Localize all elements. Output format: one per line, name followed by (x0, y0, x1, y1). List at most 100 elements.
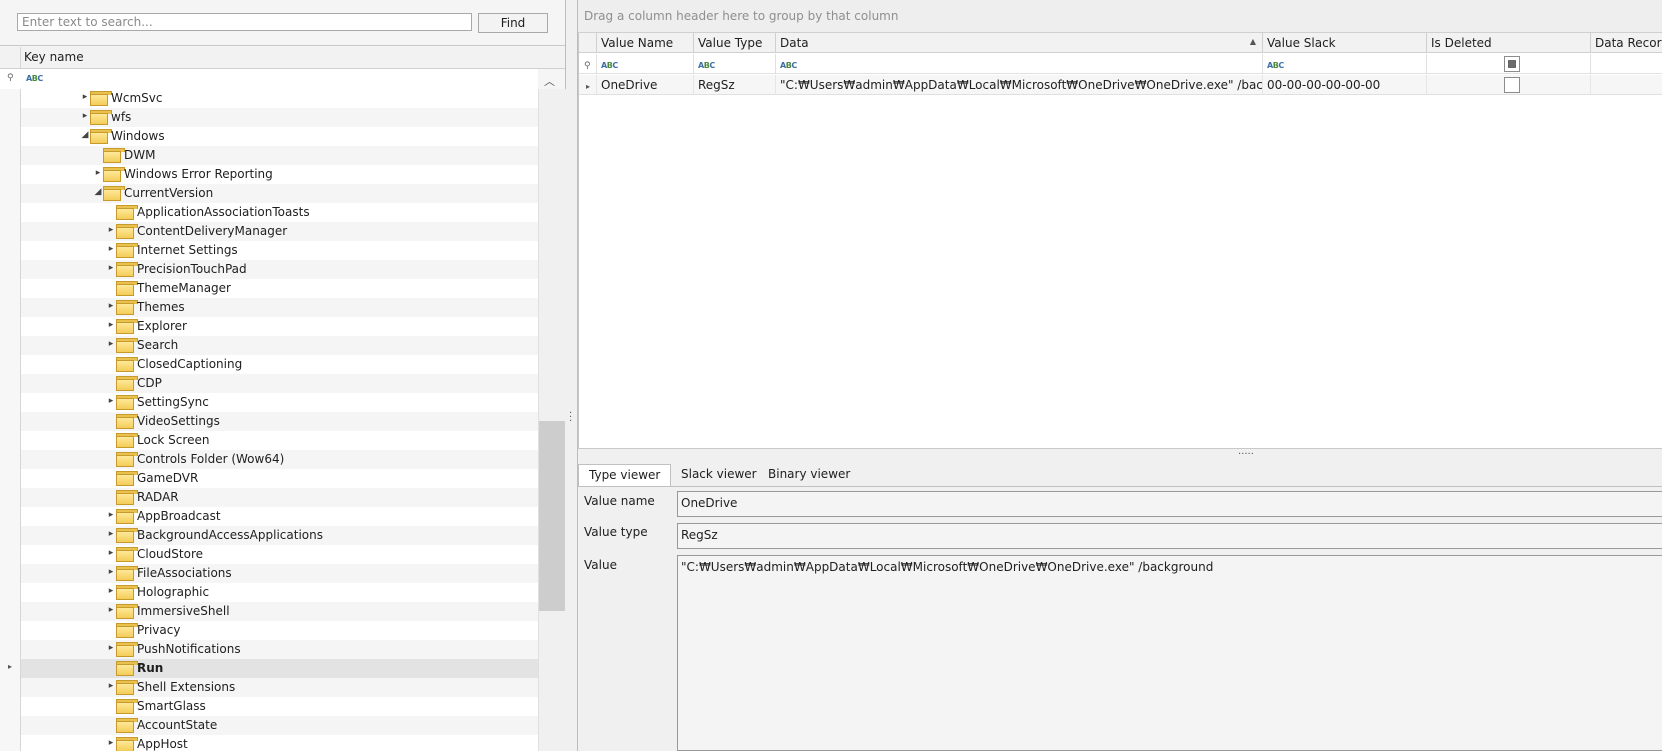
tree-node[interactable]: ▸ Explorer (0, 317, 538, 337)
collapsed-arrow-icon[interactable]: ▸ (106, 643, 116, 653)
row-indicator[interactable] (0, 526, 21, 545)
collapsed-arrow-icon[interactable]: ▸ (106, 396, 116, 406)
column-header-value-name[interactable]: Value Name (597, 33, 694, 53)
row-indicator[interactable] (0, 127, 21, 146)
filter-cell-value-slack[interactable]: ABC (1263, 54, 1427, 74)
cell-is-deleted[interactable] (1427, 75, 1591, 95)
collapsed-arrow-icon[interactable]: ▸ (106, 738, 116, 748)
value-name-field[interactable]: OneDrive (677, 491, 1662, 517)
value-type-field[interactable]: RegSz (677, 523, 1662, 549)
row-indicator[interactable] (0, 260, 21, 279)
collapsed-arrow-icon[interactable]: ▸ (106, 605, 116, 615)
collapsed-arrow-icon[interactable]: ▸ (106, 510, 116, 520)
tree-node[interactable]: AccountState (0, 716, 538, 736)
key-name-header[interactable]: Key name (24, 50, 84, 64)
column-header-data[interactable]: Data ▲ (776, 33, 1263, 53)
row-indicator[interactable] (0, 602, 21, 621)
tree-node[interactable]: Controls Folder (Wow64) (0, 450, 538, 470)
cell-value-type[interactable]: RegSz (694, 75, 776, 95)
column-header-data-record[interactable]: Data Record (1591, 33, 1662, 53)
row-indicator[interactable] (0, 108, 21, 127)
tree-node[interactable]: ◢ CurrentVersion (0, 184, 538, 204)
column-header-value-slack[interactable]: Value Slack (1263, 33, 1427, 53)
collapsed-arrow-icon[interactable]: ▸ (106, 548, 116, 558)
row-indicator[interactable] (0, 431, 21, 450)
column-header-is-deleted[interactable]: Is Deleted (1427, 33, 1591, 53)
cell-value-name[interactable]: OneDrive (597, 75, 694, 95)
tree-node[interactable]: ClosedCaptioning (0, 355, 538, 375)
scrollbar-thumb[interactable] (539, 421, 565, 611)
tree-node[interactable]: DWM (0, 146, 538, 166)
tree-node[interactable]: ▸ Search (0, 336, 538, 356)
tree-node[interactable]: ▸ BackgroundAccessApplications (0, 526, 538, 546)
tree-node[interactable]: ▸ Run (0, 659, 538, 679)
row-indicator[interactable] (0, 298, 21, 317)
row-indicator[interactable] (0, 621, 21, 640)
vertical-splitter[interactable]: · · · (566, 0, 578, 751)
cell-data-record[interactable] (1591, 75, 1662, 95)
collapsed-arrow-icon[interactable]: ▸ (106, 339, 116, 349)
tree-filter-row[interactable]: ⚲ ABC (0, 69, 538, 90)
chevron-up-icon[interactable]: ︿ (544, 73, 555, 89)
tree-node[interactable]: ThemeManager (0, 279, 538, 299)
tree-node[interactable]: ▸ AppHost (0, 735, 538, 751)
row-indicator[interactable] (0, 735, 21, 751)
row-indicator[interactable]: ▸ (579, 75, 597, 95)
tree-scrollbar[interactable] (538, 89, 566, 751)
tree-node[interactable]: ▸ Windows Error Reporting (0, 165, 538, 185)
tree-node[interactable]: ▸ WcmSvc (0, 89, 538, 109)
tree-node[interactable]: ▸ SettingSync (0, 393, 538, 413)
row-indicator[interactable] (0, 165, 21, 184)
cell-value-slack[interactable]: 00-00-00-00-00-00 (1263, 75, 1427, 95)
column-header-value-type[interactable]: Value Type (694, 33, 776, 53)
row-indicator[interactable] (0, 241, 21, 260)
row-indicator[interactable] (0, 507, 21, 526)
row-indicator[interactable] (0, 697, 21, 716)
collapsed-arrow-icon[interactable]: ▸ (106, 320, 116, 330)
tab-type-viewer[interactable]: Type viewer (578, 464, 672, 486)
tree-node[interactable]: ▸ AppBroadcast (0, 507, 538, 527)
collapsed-arrow-icon[interactable]: ▸ (106, 263, 116, 273)
collapsed-arrow-icon[interactable]: ▸ (80, 92, 90, 102)
tree-node[interactable]: ▸ FileAssociations (0, 564, 538, 584)
collapsed-arrow-icon[interactable]: ▸ (93, 168, 103, 178)
filter-cell-is-deleted[interactable] (1427, 54, 1591, 74)
tree-node[interactable]: RADAR (0, 488, 538, 508)
tree-node[interactable]: VideoSettings (0, 412, 538, 432)
tree-node[interactable]: ▸ ContentDeliveryManager (0, 222, 538, 242)
search-input[interactable] (17, 13, 472, 31)
row-indicator[interactable] (0, 374, 21, 393)
collapsed-arrow-icon[interactable]: ▸ (106, 301, 116, 311)
row-indicator[interactable] (0, 716, 21, 735)
tree-node[interactable]: ApplicationAssociationToasts (0, 203, 538, 223)
collapsed-arrow-icon[interactable]: ▸ (106, 586, 116, 596)
collapsed-arrow-icon[interactable]: ▸ (106, 567, 116, 577)
tree-node[interactable]: ▸ CloudStore (0, 545, 538, 565)
expanded-arrow-icon[interactable]: ◢ (80, 130, 90, 140)
horizontal-splitter[interactable]: ····· (578, 449, 1662, 460)
filter-cell-data[interactable]: ABC (776, 54, 1263, 74)
row-indicator[interactable] (0, 469, 21, 488)
row-indicator[interactable] (0, 450, 21, 469)
group-by-panel[interactable]: Drag a column header here to group by th… (578, 0, 1662, 33)
is-deleted-filter-checkbox[interactable] (1504, 56, 1520, 72)
text-filter-icon[interactable]: ABC (26, 74, 43, 83)
tree-node[interactable]: CDP (0, 374, 538, 394)
collapsed-arrow-icon[interactable]: ▸ (106, 681, 116, 691)
tree-node[interactable]: ▸ Shell Extensions (0, 678, 538, 698)
collapsed-arrow-icon[interactable]: ▸ (106, 225, 116, 235)
row-indicator[interactable] (0, 222, 21, 241)
filter-cell-value-type[interactable]: ABC (694, 54, 776, 74)
row-indicator[interactable] (0, 678, 21, 697)
row-indicator[interactable]: ▸ (0, 659, 21, 678)
filter-cell-value-name[interactable]: ABC (597, 54, 694, 74)
row-indicator[interactable] (0, 279, 21, 298)
tab-slack-viewer[interactable]: Slack viewer (671, 464, 767, 486)
find-button[interactable]: Find (478, 13, 548, 33)
row-indicator[interactable] (0, 355, 21, 374)
row-indicator[interactable] (0, 203, 21, 222)
tree-node[interactable]: Privacy (0, 621, 538, 641)
row-indicator[interactable] (0, 336, 21, 355)
cell-data[interactable]: "C:₩Users₩admin₩AppData₩Local₩Microsoft₩… (776, 75, 1263, 95)
collapsed-arrow-icon[interactable]: ▸ (80, 111, 90, 121)
